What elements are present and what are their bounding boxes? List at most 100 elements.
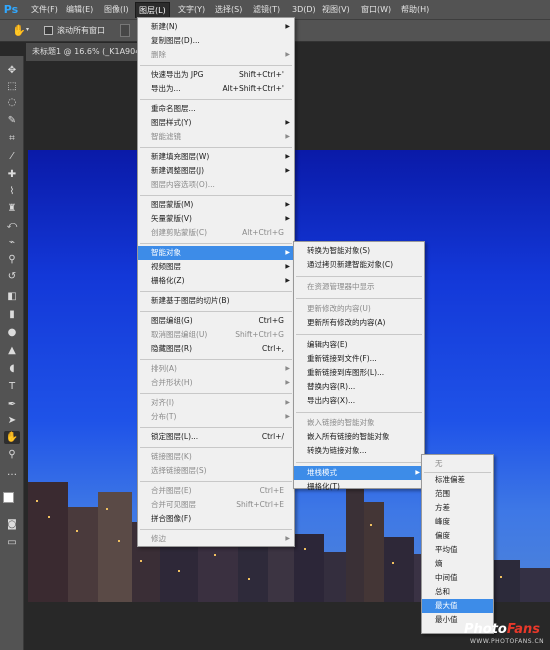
brush-alt-tool-icon[interactable]: ⌁	[4, 236, 20, 249]
more-tools-icon[interactable]: …	[4, 466, 20, 479]
eyedropper-tool-icon[interactable]: ⁄	[4, 150, 20, 163]
menu-item[interactable]: 隐藏图层(R) Ctrl+,	[138, 342, 294, 356]
menu-item-label: 替换内容(R)...	[307, 382, 356, 391]
menu-item[interactable]: 重命名图层...	[138, 102, 294, 116]
menu-item[interactable]: 快速导出为 JPG Shift+Ctrl+'	[138, 68, 294, 82]
menu-view[interactable]: 视图(V)	[322, 4, 350, 16]
quick-select-tool-icon[interactable]: ✎	[4, 114, 20, 127]
menu-select[interactable]: 选择(S)	[215, 4, 242, 16]
eraser-tool-icon[interactable]: ◧	[4, 290, 20, 303]
screen-mode-icon[interactable]: ▭	[4, 536, 20, 549]
zoom-tool-icon[interactable]: ⚲	[4, 448, 20, 461]
menu-item-shortcut: Ctrl+G	[258, 316, 284, 325]
menu-item[interactable]: 拼合图像(F)	[138, 512, 294, 526]
menu-layer[interactable]: 图层(L)	[135, 2, 170, 18]
menu-item-label: 总和	[435, 587, 450, 596]
menu-separator	[140, 529, 292, 530]
menu-item[interactable]: 图层编组(G) Ctrl+G	[138, 314, 294, 328]
submenu-arrow-icon: ▶	[285, 215, 290, 222]
menu-item[interactable]: 标准偏差	[422, 473, 493, 487]
menu-item: 对齐(I) ▶	[138, 396, 294, 410]
menu-separator	[140, 427, 292, 428]
foreground-color-swatch[interactable]	[3, 492, 14, 503]
hand-tool-icon[interactable]: ✋	[4, 431, 20, 444]
menu-item[interactable]: 峰度	[422, 515, 493, 529]
menu-item[interactable]: 编辑内容(E)	[294, 338, 424, 352]
menu-item[interactable]: 范围	[422, 487, 493, 501]
menu-item[interactable]: 新建调整图层(J) ▶	[138, 164, 294, 178]
lasso-tool-icon[interactable]: ◌	[4, 96, 20, 109]
menu-item-label: 导出内容(X)...	[307, 396, 356, 405]
menu-item[interactable]: 最大值	[422, 599, 493, 613]
menu-item-label: 新建基于图层的切片(B)	[151, 296, 230, 305]
stamp-tool-icon[interactable]: ⚲	[4, 253, 20, 266]
menu-type[interactable]: 文字(Y)	[178, 4, 205, 16]
menu-item[interactable]: 总和	[422, 585, 493, 599]
menu-item[interactable]: 方差	[422, 501, 493, 515]
menu-item[interactable]: 平均值	[422, 543, 493, 557]
document-tab[interactable]: 未标题1 @ 16.6% (_K1A904	[26, 43, 138, 61]
menu-item[interactable]: 嵌入所有链接的智能对象	[294, 430, 424, 444]
menu-file[interactable]: 文件(F)	[31, 4, 58, 16]
menu-item[interactable]: 中间值	[422, 571, 493, 585]
menu-item[interactable]: 熵	[422, 557, 493, 571]
menu-edit[interactable]: 编辑(E)	[66, 4, 93, 16]
menu-item[interactable]: 新建(N) ▶	[138, 20, 294, 34]
menu-item[interactable]: 锁定图层(L)... Ctrl+/	[138, 430, 294, 444]
type-tool-icon[interactable]: T	[4, 380, 20, 393]
menu-item[interactable]: 重新链接到文件(F)...	[294, 352, 424, 366]
crop-tool-icon[interactable]: ⌗	[4, 132, 20, 145]
menu-window[interactable]: 窗口(W)	[361, 4, 391, 16]
clone-stamp-tool-icon[interactable]: ♜	[4, 202, 20, 215]
menu-item-label: 堆栈模式	[307, 468, 337, 477]
menu-item[interactable]: 复制图层(D)...	[138, 34, 294, 48]
menu-item: 智能滤镜 ▶	[138, 130, 294, 144]
menu-item[interactable]: 新建填充图层(W) ▶	[138, 150, 294, 164]
menu-item[interactable]: 视频图层 ▶	[138, 260, 294, 274]
quick-mask-icon[interactable]: ◙	[4, 518, 20, 531]
menu-item[interactable]: 转换为链接对象...	[294, 444, 424, 458]
menu-item: 合并图层(E) Ctrl+E	[138, 484, 294, 498]
tool-preset-dropdown-icon[interactable]: ▾	[26, 26, 29, 33]
menu-item[interactable]: 图层蒙版(M) ▶	[138, 198, 294, 212]
menu-item[interactable]: 通过拷贝新建智能对象(C)	[294, 258, 424, 272]
building	[324, 552, 346, 602]
menu-help[interactable]: 帮助(H)	[401, 4, 429, 16]
menu-item[interactable]: 更新所有修改的内容(A)	[294, 316, 424, 330]
lit-window	[500, 576, 502, 578]
move-tool-icon[interactable]: ✥	[4, 64, 20, 77]
sharpen-tool-icon[interactable]: ▲	[4, 344, 20, 357]
building	[384, 537, 414, 602]
menu-item[interactable]: 图层样式(Y) ▶	[138, 116, 294, 130]
path-select-tool-icon[interactable]: ➤	[4, 414, 20, 427]
menu-item[interactable]: 替换内容(R)...	[294, 380, 424, 394]
menu-item[interactable]: 重新链接到库图形(L)...	[294, 366, 424, 380]
menu-image[interactable]: 图像(I)	[104, 4, 129, 16]
pen-tool-icon[interactable]: ✒	[4, 398, 20, 411]
menu-item[interactable]: 栅格化(Z) ▶	[138, 274, 294, 288]
menu-item[interactable]: 转换为智能对象(S)	[294, 244, 424, 258]
menu-item[interactable]: 堆栈模式 ▶	[294, 466, 424, 480]
menu-item[interactable]: 栅格化(T)	[294, 480, 424, 494]
menu-3d[interactable]: 3D(D)	[292, 4, 316, 16]
menu-item[interactable]: 智能对象 ▶	[138, 246, 294, 260]
history-brush-tool-icon[interactable]: ⤺	[4, 219, 20, 232]
marquee-tool-icon[interactable]: ⬚	[4, 80, 20, 93]
menu-item[interactable]: 偏度	[422, 529, 493, 543]
dodge-tool-icon[interactable]: ◖	[4, 362, 20, 375]
menu-item[interactable]: 导出为... Alt+Shift+Ctrl+'	[138, 82, 294, 96]
healing-brush-tool-icon[interactable]: ✚	[4, 168, 20, 181]
brush-tool-icon[interactable]: ⌇	[4, 185, 20, 198]
history-tool-icon[interactable]: ↺	[4, 270, 20, 283]
menu-item-shortcut: Shift+Ctrl+G	[235, 330, 284, 339]
options-button[interactable]	[120, 24, 130, 37]
menu-item[interactable]: 导出内容(X)...	[294, 394, 424, 408]
stack-mode-submenu: 无标准偏差 范围 方差 峰度 偏度 平均值熵中间值 总和 最大值 最小值	[421, 454, 494, 634]
gradient-tool-icon[interactable]: ▮	[4, 308, 20, 321]
menu-item[interactable]: 矢量蒙版(V) ▶	[138, 212, 294, 226]
menu-filter[interactable]: 滤镜(T)	[253, 4, 280, 16]
blur-tool-icon[interactable]: ●	[4, 326, 20, 339]
menu-item[interactable]: 新建基于图层的切片(B)	[138, 294, 294, 308]
scroll-all-checkbox[interactable]	[44, 26, 53, 35]
submenu-arrow-icon: ▶	[285, 249, 290, 256]
